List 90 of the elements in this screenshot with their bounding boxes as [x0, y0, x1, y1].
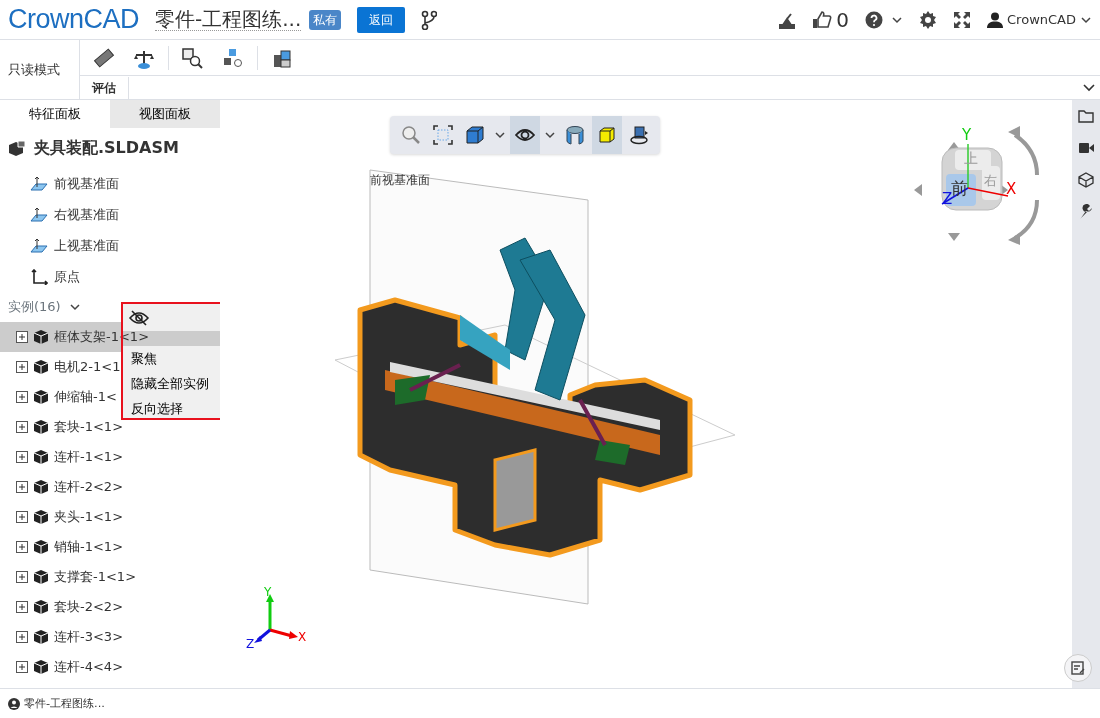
- tree-row[interactable]: 销轴-1<1>: [0, 532, 220, 562]
- part-cube-icon: [34, 660, 48, 674]
- caret-icon: [544, 129, 556, 141]
- inspect-part-icon[interactable]: [181, 46, 205, 69]
- part-cube-icon: [34, 330, 48, 344]
- part-cube-icon: [34, 630, 48, 644]
- expand-box-icon[interactable]: [16, 391, 28, 403]
- expand-box-icon[interactable]: [16, 601, 28, 613]
- view-tool-button[interactable]: [510, 116, 540, 154]
- document-title: 零件-工程图练...: [155, 8, 302, 31]
- like-count: 0: [836, 6, 850, 34]
- ribbon-tab[interactable]: 评估: [80, 76, 129, 99]
- privacy-badge: 私有: [309, 9, 342, 30]
- zoom-icon: [401, 125, 421, 145]
- part-cube-icon: [34, 420, 48, 434]
- part-cube-icon: [34, 540, 48, 554]
- axis-label: X: [298, 631, 307, 643]
- back-button[interactable]: 返回: [357, 6, 406, 33]
- part-cube-icon: [34, 510, 48, 524]
- expand-box-icon[interactable]: [16, 631, 28, 643]
- part-cube-icon: [34, 600, 48, 614]
- tree-row[interactable]: 支撑套-1<1>: [0, 562, 220, 592]
- thumbs-up-icon[interactable]: [812, 10, 833, 29]
- branch-icon[interactable]: [421, 9, 438, 30]
- plane-icon: [30, 237, 48, 254]
- tree-item[interactable]: 右视基准面: [54, 204, 119, 225]
- tree-root[interactable]: 夹具装配.SLDASM: [34, 136, 179, 160]
- plane-icon: [30, 175, 48, 192]
- tree-item[interactable]: 前视基准面: [54, 173, 119, 194]
- axis-triad-drawing[interactable]: [254, 594, 298, 643]
- panel-tab[interactable]: 视图面板: [110, 100, 220, 128]
- cube-face-label: 右: [984, 174, 997, 187]
- instances-header[interactable]: 实例(16): [8, 297, 61, 317]
- user-circle-icon: [8, 697, 20, 710]
- cube-wireframe-icon[interactable]: [1078, 172, 1094, 188]
- section-view-icon: [565, 125, 585, 145]
- notes-icon: [1071, 661, 1085, 675]
- logo[interactable]: CrownCAD: [8, 0, 140, 40]
- video-camera-icon[interactable]: [1078, 140, 1094, 156]
- tree-row[interactable]: 夹头-1<1>: [0, 502, 220, 532]
- expand-box-icon[interactable]: [16, 661, 28, 673]
- part-cube-icon: [34, 360, 48, 374]
- tree-row[interactable]: 套块-2<2>: [0, 592, 220, 622]
- tree-row[interactable]: 连杆-3<3>: [0, 622, 220, 652]
- appearance-cube-icon: [597, 125, 617, 145]
- caret-icon: [494, 129, 506, 141]
- expand-box-icon[interactable]: [16, 481, 28, 493]
- plane-icon: [30, 206, 48, 223]
- user-name[interactable]: CrownCAD: [1007, 9, 1076, 30]
- mode-label: 只读模式: [8, 60, 60, 79]
- axis-label: Y: [962, 128, 972, 143]
- expand-box-icon[interactable]: [16, 541, 28, 553]
- expand-box-icon[interactable]: [16, 331, 28, 343]
- tree-row[interactable]: 连杆-4<4>: [0, 652, 220, 682]
- folder-icon[interactable]: [1078, 108, 1094, 124]
- part-cube-icon: [34, 480, 48, 494]
- axis-label: Y: [264, 586, 272, 598]
- status-document[interactable]: 零件-工程图练...: [24, 694, 105, 713]
- axis-label: Z: [246, 638, 255, 650]
- expand-box-icon[interactable]: [16, 451, 28, 463]
- tree-row[interactable]: 连杆-2<2>: [0, 472, 220, 502]
- tree-item[interactable]: 原点: [54, 266, 80, 287]
- fit-view-icon: [433, 125, 453, 145]
- hide-eye-icon[interactable]: [129, 309, 149, 326]
- rotate-view-icon: [629, 125, 649, 145]
- notes-button[interactable]: [1064, 654, 1092, 682]
- inspect-assembly-icon[interactable]: [221, 46, 245, 69]
- part-cube-icon: [34, 390, 48, 404]
- view-cube-drawing[interactable]: [914, 126, 1039, 245]
- assembly-model-drawing[interactable]: [334, 169, 736, 605]
- tree-row[interactable]: 连杆-1<1>: [0, 442, 220, 472]
- help-icon[interactable]: [865, 10, 884, 29]
- display-style-icon: [465, 125, 485, 145]
- expand-box-icon[interactable]: [16, 511, 28, 523]
- expand-caret-icon[interactable]: [68, 301, 81, 313]
- origin-axes-icon: [30, 268, 48, 285]
- expand-box-icon[interactable]: [16, 421, 28, 433]
- axis-label: X: [1006, 182, 1017, 197]
- context-menu-item[interactable]: 反向选择: [123, 396, 220, 421]
- fullscreen-icon[interactable]: [953, 10, 972, 29]
- plane-label: 前视基准面: [370, 174, 430, 186]
- expand-box-icon[interactable]: [16, 571, 28, 583]
- part-cube-icon: [34, 570, 48, 584]
- expand-box-icon[interactable]: [16, 361, 28, 373]
- part-cube-icon: [34, 450, 48, 464]
- tree-item[interactable]: 上视基准面: [54, 235, 119, 256]
- user-icon[interactable]: [987, 11, 1004, 28]
- context-menu-item[interactable]: 隐藏全部实例: [123, 371, 220, 396]
- assembly-icon: [8, 140, 26, 156]
- settings-icon[interactable]: [919, 10, 938, 29]
